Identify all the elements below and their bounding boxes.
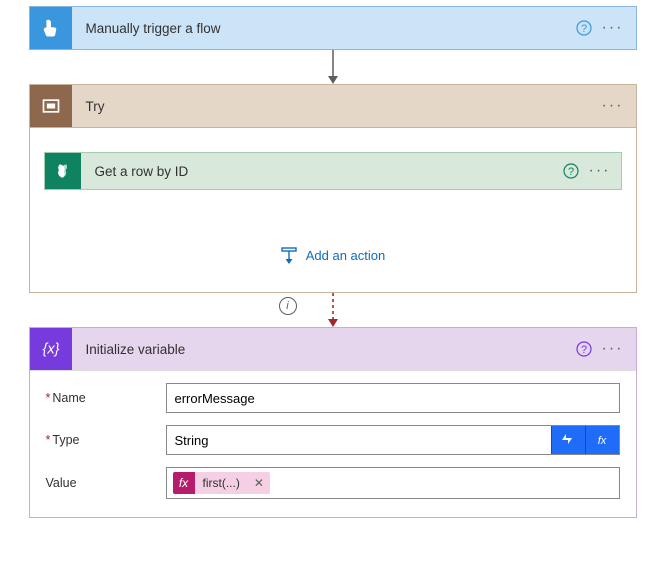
- help-icon[interactable]: ?: [563, 163, 579, 179]
- action-card-initvar[interactable]: {x} Initialize variable ? ··· *Name *Typ…: [29, 327, 637, 518]
- trigger-title: Manually trigger a flow: [72, 21, 576, 36]
- info-icon[interactable]: i: [279, 297, 297, 315]
- remove-token-button[interactable]: ✕: [248, 476, 270, 490]
- scope-title: Try: [72, 99, 598, 114]
- add-action-button[interactable]: Add an action: [280, 246, 386, 264]
- help-icon[interactable]: ?: [576, 341, 592, 357]
- svg-text:?: ?: [580, 23, 586, 35]
- help-icon[interactable]: ?: [576, 20, 592, 36]
- expression-token[interactable]: fx first(...) ✕: [173, 472, 270, 494]
- value-input[interactable]: fx first(...) ✕: [166, 467, 620, 499]
- menu-icon[interactable]: ···: [585, 162, 615, 180]
- expression-button[interactable]: fx: [585, 426, 619, 454]
- trigger-card[interactable]: Manually trigger a flow ? ···: [29, 6, 637, 50]
- menu-icon[interactable]: ···: [598, 340, 628, 358]
- type-select[interactable]: [167, 426, 551, 454]
- add-action-label: Add an action: [306, 248, 386, 263]
- dynamic-content-button[interactable]: [551, 426, 585, 454]
- manual-trigger-icon: [30, 7, 72, 49]
- variable-icon: {x}: [30, 328, 72, 370]
- dataverse-icon: [45, 153, 81, 189]
- field-label-value: Value: [46, 476, 166, 490]
- svg-text:?: ?: [567, 166, 573, 178]
- scope-card-try[interactable]: Try ··· Get a row by ID ? ···: [29, 84, 637, 293]
- svg-text:fx: fx: [598, 435, 607, 447]
- scope-icon: [30, 85, 72, 127]
- menu-icon[interactable]: ···: [598, 19, 628, 37]
- field-label-name: *Name: [46, 391, 166, 405]
- arrow-connector-runafter: i: [326, 293, 340, 327]
- svg-text:{x}: {x}: [42, 342, 59, 358]
- action-title: Initialize variable: [72, 342, 576, 357]
- arrow-connector: [326, 50, 340, 84]
- svg-text:?: ?: [580, 344, 586, 356]
- action-card-getrow[interactable]: Get a row by ID ? ···: [44, 152, 622, 190]
- action-title: Get a row by ID: [81, 164, 563, 179]
- field-label-type: *Type: [46, 433, 166, 447]
- fx-icon: fx: [173, 472, 195, 494]
- expression-text: first(...): [195, 476, 248, 490]
- menu-icon[interactable]: ···: [598, 97, 628, 115]
- name-input[interactable]: [167, 384, 619, 412]
